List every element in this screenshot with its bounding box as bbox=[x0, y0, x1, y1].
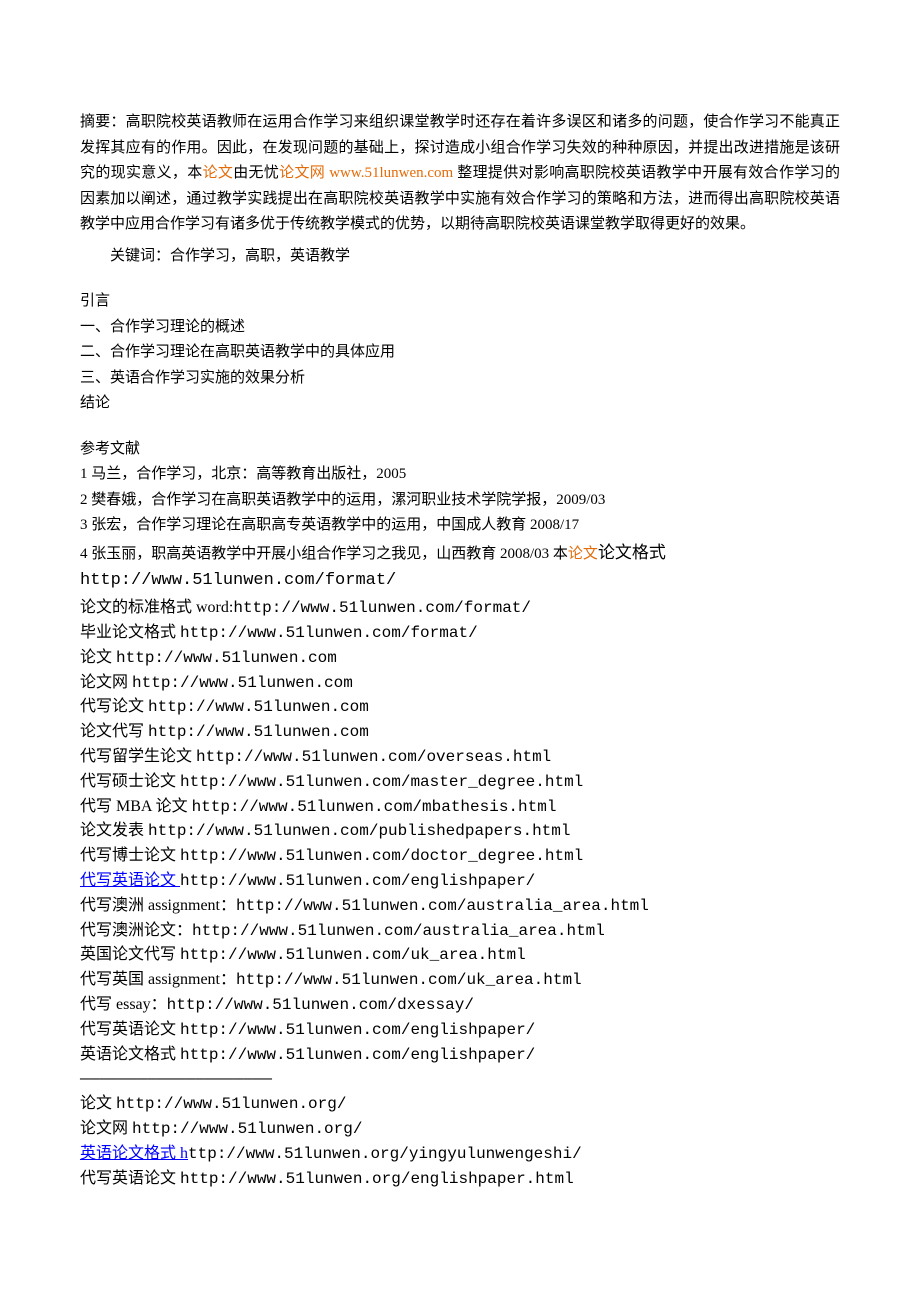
outline-item-2: 二、合作学习理论在高职英语教学中的具体应用 bbox=[80, 340, 840, 366]
link-label-16: 代写英国 assignment： bbox=[80, 971, 236, 988]
link-line-7: 代写留学生论文 http://www.51lunwen.com/overseas… bbox=[80, 745, 840, 770]
link-line-6: 论文代写 http://www.51lunwen.com bbox=[80, 720, 840, 745]
link-line-5: 代写论文 http://www.51lunwen.com bbox=[80, 695, 840, 720]
link-line-4: 论文网 http://www.51lunwen.com bbox=[80, 671, 840, 696]
reference-4-link[interactable]: 论文 bbox=[568, 546, 598, 562]
link-label-13: 代写澳洲 assignment： bbox=[80, 897, 236, 914]
link-label-22[interactable]: 英语论文格式 h bbox=[80, 1145, 188, 1162]
reference-1: 1 马兰，合作学习，北京：高等教育出版社，2005 bbox=[80, 462, 840, 488]
link-url-13[interactable]: http://www.51lunwen.com/australia_area.h… bbox=[236, 897, 649, 915]
link-url-19[interactable]: http://www.51lunwen.com/englishpaper/ bbox=[180, 1046, 535, 1064]
link-line-14: 代写澳洲论文：http://www.51lunwen.com/australia… bbox=[80, 919, 840, 944]
link-label-4: 论文网 bbox=[80, 674, 132, 691]
link-line-21: 论文网 http://www.51lunwen.org/ bbox=[80, 1117, 840, 1142]
link-line-19: 英语论文格式 http://www.51lunwen.com/englishpa… bbox=[80, 1043, 840, 1068]
link-url-23[interactable]: http://www.51lunwen.org/englishpaper.htm… bbox=[180, 1170, 574, 1188]
link-line-10: 论文发表 http://www.51lunwen.com/publishedpa… bbox=[80, 819, 840, 844]
link-url-14[interactable]: http://www.51lunwen.com/australia_area.h… bbox=[192, 922, 605, 940]
link-label-21: 论文网 bbox=[80, 1120, 132, 1137]
link-line-15: 英国论文代写 http://www.51lunwen.com/uk_area.h… bbox=[80, 943, 840, 968]
reference-4-suffix: 论文格式 bbox=[598, 543, 666, 562]
link-line-23: 代写英语论文 http://www.51lunwen.org/englishpa… bbox=[80, 1167, 840, 1192]
link-label-18: 代写英语论文 bbox=[80, 1021, 180, 1038]
link-line-22: 英语论文格式 http://www.51lunwen.org/yingyulun… bbox=[80, 1142, 840, 1167]
outline-item-1: 一、合作学习理论的概述 bbox=[80, 315, 840, 341]
link-line-11: 代写博士论文 http://www.51lunwen.com/doctor_de… bbox=[80, 844, 840, 869]
link-label-12[interactable]: 代写英语论文 bbox=[80, 872, 180, 889]
link-line-17: 代写 essay：http://www.51lunwen.com/dxessay… bbox=[80, 993, 840, 1018]
keywords-line: 关键词：合作学习，高职，英语教学 bbox=[80, 244, 840, 270]
link-label-7: 代写留学生论文 bbox=[80, 748, 196, 765]
link-line-13: 代写澳洲 assignment：http://www.51lunwen.com/… bbox=[80, 894, 840, 919]
references-section: 参考文献 1 马兰，合作学习，北京：高等教育出版社，2005 2 樊春娥，合作学… bbox=[80, 437, 840, 597]
link-label-14: 代写澳洲论文： bbox=[80, 922, 192, 939]
separator-line: ———————————————————— bbox=[80, 1067, 840, 1092]
document-page: 摘要：高职院校英语教师在运用合作学习来组织课堂教学时还存在着许多误区和诸多的问题… bbox=[0, 0, 920, 1231]
outline-item-conclusion: 结论 bbox=[80, 391, 840, 417]
link-url-1[interactable]: http://www.51lunwen.com/format/ bbox=[233, 599, 531, 617]
link-label-20: 论文 bbox=[80, 1095, 116, 1112]
reference-3: 3 张宏，合作学习理论在高职高专英语教学中的运用，中国成人教育 2008/17 bbox=[80, 513, 840, 539]
link-line-16: 代写英国 assignment：http://www.51lunwen.com/… bbox=[80, 968, 840, 993]
link-line-8: 代写硕士论文 http://www.51lunwen.com/master_de… bbox=[80, 770, 840, 795]
link-url-9[interactable]: http://www.51lunwen.com/mbathesis.html bbox=[192, 798, 557, 816]
link-label-8: 代写硕士论文 bbox=[80, 773, 180, 790]
link-line-20: 论文 http://www.51lunwen.org/ bbox=[80, 1092, 840, 1117]
link-url-5[interactable]: http://www.51lunwen.com bbox=[148, 698, 369, 716]
link-url-16[interactable]: http://www.51lunwen.com/uk_area.html bbox=[236, 971, 582, 989]
link-url-11[interactable]: http://www.51lunwen.com/doctor_degree.ht… bbox=[180, 847, 583, 865]
abstract-paragraph: 摘要：高职院校英语教师在运用合作学习来组织课堂教学时还存在着许多误区和诸多的问题… bbox=[80, 110, 840, 238]
link-url-10[interactable]: http://www.51lunwen.com/publishedpapers.… bbox=[148, 822, 570, 840]
abstract-text-2: 由无忧 bbox=[233, 165, 279, 181]
reference-4: 4 张玉丽，职高英语教学中开展小组合作学习之我见，山西教育 2008/03 本论… bbox=[80, 539, 840, 597]
link-url-21[interactable]: http://www.51lunwen.org/ bbox=[132, 1120, 362, 1138]
link-line-9: 代写 MBA 论文 http://www.51lunwen.com/mbathe… bbox=[80, 795, 840, 820]
references-header: 参考文献 bbox=[80, 437, 840, 463]
link-label-5: 代写论文 bbox=[80, 698, 148, 715]
link-url-22[interactable]: ttp://www.51lunwen.org/yingyulunwengeshi… bbox=[188, 1145, 582, 1163]
link-label-19: 英语论文格式 bbox=[80, 1046, 180, 1063]
link-url-12[interactable]: http://www.51lunwen.com/englishpaper/ bbox=[180, 872, 535, 890]
links-section: 论文的标准格式 word:http://www.51lunwen.com/for… bbox=[80, 596, 840, 1191]
link-label-1: 论文的标准格式 word: bbox=[80, 599, 233, 616]
link-label-17: 代写 essay： bbox=[80, 996, 167, 1013]
outline-section: 引言 一、合作学习理论的概述 二、合作学习理论在高职英语教学中的具体应用 三、英… bbox=[80, 289, 840, 417]
link-url-17[interactable]: http://www.51lunwen.com/dxessay/ bbox=[167, 996, 474, 1014]
link-url-2[interactable]: http://www.51lunwen.com/format/ bbox=[180, 624, 478, 642]
link-url-18[interactable]: http://www.51lunwen.com/englishpaper/ bbox=[180, 1021, 535, 1039]
link-label-3: 论文 bbox=[80, 649, 116, 666]
reference-4-url[interactable]: http://www.51lunwen.com/format/ bbox=[80, 571, 396, 590]
link-label-9: 代写 MBA 论文 bbox=[80, 798, 192, 815]
outline-item-3: 三、英语合作学习实施的效果分析 bbox=[80, 366, 840, 392]
abstract-link-2[interactable]: 论文网 www.51lunwen.com bbox=[279, 165, 457, 181]
link-label-2: 毕业论文格式 bbox=[80, 624, 180, 641]
link-label-6: 论文代写 bbox=[80, 723, 148, 740]
link-line-3: 论文 http://www.51lunwen.com bbox=[80, 646, 840, 671]
link-url-3[interactable]: http://www.51lunwen.com bbox=[116, 649, 337, 667]
link-label-10: 论文发表 bbox=[80, 822, 148, 839]
link-label-15: 英国论文代写 bbox=[80, 946, 180, 963]
link-url-4[interactable]: http://www.51lunwen.com bbox=[132, 674, 353, 692]
link-label-11: 代写博士论文 bbox=[80, 847, 180, 864]
link-url-15[interactable]: http://www.51lunwen.com/uk_area.html bbox=[180, 946, 526, 964]
link-url-8[interactable]: http://www.51lunwen.com/master_degree.ht… bbox=[180, 773, 583, 791]
link-url-20[interactable]: http://www.51lunwen.org/ bbox=[116, 1095, 346, 1113]
link-line-1: 论文的标准格式 word:http://www.51lunwen.com/for… bbox=[80, 596, 840, 621]
link-label-23: 代写英语论文 bbox=[80, 1170, 180, 1187]
link-line-2: 毕业论文格式 http://www.51lunwen.com/format/ bbox=[80, 621, 840, 646]
abstract-link-1[interactable]: 论文 bbox=[203, 165, 234, 181]
link-line-18: 代写英语论文 http://www.51lunwen.com/englishpa… bbox=[80, 1018, 840, 1043]
link-line-12: 代写英语论文 http://www.51lunwen.com/englishpa… bbox=[80, 869, 840, 894]
link-url-7[interactable]: http://www.51lunwen.com/overseas.html bbox=[196, 748, 551, 766]
outline-item-intro: 引言 bbox=[80, 289, 840, 315]
link-url-6[interactable]: http://www.51lunwen.com bbox=[148, 723, 369, 741]
reference-4-text: 4 张玉丽，职高英语教学中开展小组合作学习之我见，山西教育 2008/03 本 bbox=[80, 546, 568, 562]
reference-2: 2 樊春娥，合作学习在高职英语教学中的运用，漯河职业技术学院学报，2009/03 bbox=[80, 488, 840, 514]
